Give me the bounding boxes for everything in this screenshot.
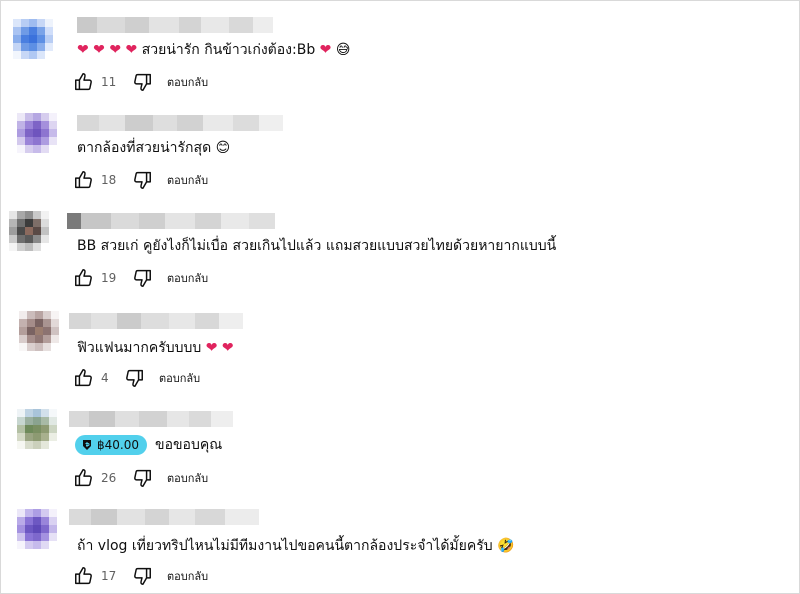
dislike-icon[interactable] <box>131 169 153 191</box>
comment-text: ถ้า vlog เที่ยวทริปไหนไม่มีทีมงานไปขอคนน… <box>77 538 515 554</box>
like-count: 17 <box>101 569 117 583</box>
avatar[interactable] <box>9 211 49 251</box>
like-count: 11 <box>101 75 117 89</box>
comment-item: ฿40.00 ขอขอบคุณ 26 ตอบกลับ <box>1 405 800 495</box>
comment-actions: 11 ตอบกลับ <box>73 71 208 93</box>
reply-button[interactable]: ตอบกลับ <box>167 73 208 91</box>
like-icon[interactable] <box>73 71 95 93</box>
comment-actions: 19 ตอบกลับ <box>73 267 208 289</box>
author-name-blurred[interactable] <box>69 411 233 427</box>
dislike-icon[interactable] <box>131 565 153 587</box>
comment-item: BB สวยเก่ คูยังไงก็ไม่เบื่อ สวยเกินไปแล้… <box>1 207 800 297</box>
comment-item: ตากล้องที่สวยน่ารักสุด 😊 18 ตอบกลับ <box>1 109 800 199</box>
comment-item: ฟิวแฟนมากครับบบบ ❤ ❤ 4 ตอบกลับ <box>1 305 800 395</box>
reply-button[interactable]: ตอบกลับ <box>159 369 200 387</box>
reply-button[interactable]: ตอบกลับ <box>167 171 208 189</box>
comment-text: ฟิวแฟนมากครับบบบ ❤ ❤ <box>77 340 234 356</box>
author-name-blurred[interactable] <box>69 313 243 329</box>
comment-actions: 17 ตอบกลับ <box>73 565 208 587</box>
like-icon[interactable] <box>73 467 95 489</box>
author-name-blurred[interactable] <box>77 115 283 131</box>
like-count: 19 <box>101 271 117 285</box>
like-icon[interactable] <box>73 565 95 587</box>
like-icon[interactable] <box>73 267 95 289</box>
comment-actions: 26 ตอบกลับ <box>73 467 208 489</box>
super-thanks-badge: ฿40.00 <box>75 435 147 455</box>
dislike-icon[interactable] <box>131 267 153 289</box>
author-name-blurred[interactable] <box>69 509 259 525</box>
reply-button[interactable]: ตอบกลับ <box>167 269 208 287</box>
comments-panel: ❤ ❤ ❤ ❤ สวยน่ารัก กินข้าวเก่งต้อง:Bb ❤ 😅… <box>0 0 800 594</box>
like-count: 18 <box>101 173 117 187</box>
grinning-emoji-icon: 😅 <box>335 42 351 58</box>
comment-text: BB สวยเก่ คูยังไงก็ไม่เบื่อ สวยเกินไปแล้… <box>77 238 557 254</box>
comment-actions: 18 ตอบกลับ <box>73 169 208 191</box>
dislike-icon[interactable] <box>131 467 153 489</box>
heart-icon: ❤ ❤ <box>205 340 234 356</box>
heart-icon: ❤ <box>319 42 332 58</box>
avatar[interactable] <box>17 509 57 549</box>
reply-button[interactable]: ตอบกลับ <box>167 567 208 585</box>
like-count: 26 <box>101 471 117 485</box>
dislike-icon[interactable] <box>131 71 153 93</box>
comment-text: ฿40.00 ขอขอบคุณ <box>75 435 222 455</box>
thanks-badge-icon <box>83 440 91 450</box>
like-count: 4 <box>101 371 109 385</box>
laughing-emoji-icon: 🤣 <box>497 538 515 554</box>
comment-actions: 4 ตอบกลับ <box>73 367 200 389</box>
heart-icon: ❤ ❤ ❤ ❤ <box>77 42 138 58</box>
avatar[interactable] <box>19 311 59 351</box>
like-icon[interactable] <box>73 367 95 389</box>
comment-text: ❤ ❤ ❤ ❤ สวยน่ารัก กินข้าวเก่งต้อง:Bb ❤ 😅 <box>77 42 351 58</box>
avatar[interactable] <box>17 409 57 449</box>
smile-emoji-icon: 😊 <box>215 140 231 156</box>
reply-button[interactable]: ตอบกลับ <box>167 469 208 487</box>
author-name-blurred[interactable] <box>67 213 275 229</box>
dislike-icon[interactable] <box>123 367 145 389</box>
comment-item: ❤ ❤ ❤ ❤ สวยน่ารัก กินข้าวเก่งต้อง:Bb ❤ 😅… <box>1 9 800 99</box>
author-name-blurred[interactable] <box>77 17 273 33</box>
comment-text: ตากล้องที่สวยน่ารักสุด 😊 <box>77 140 231 156</box>
avatar[interactable] <box>17 113 57 153</box>
avatar[interactable] <box>13 19 53 59</box>
like-icon[interactable] <box>73 169 95 191</box>
comment-item: ถ้า vlog เที่ยวทริปไหนไม่มีทีมงานไปขอคนน… <box>1 503 800 593</box>
